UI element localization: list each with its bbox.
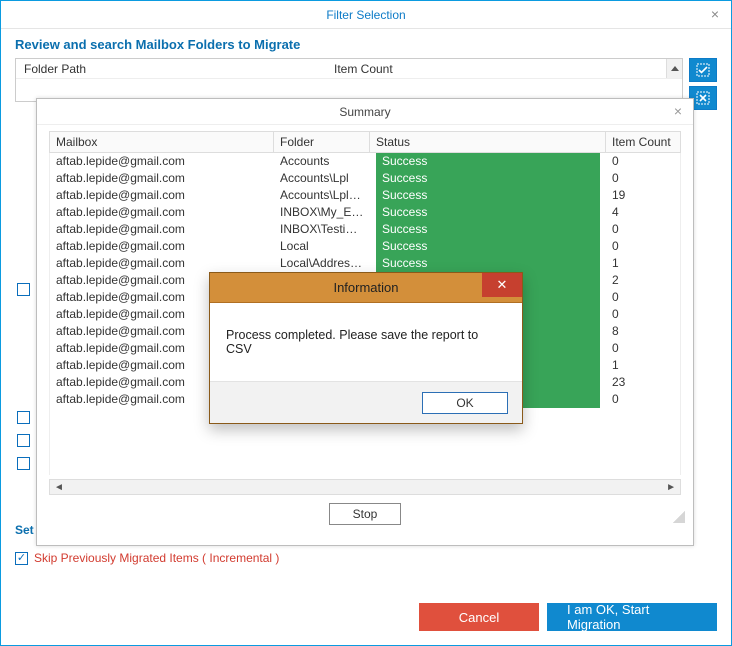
skip-incremental-checkbox[interactable] [15, 552, 28, 565]
select-all-button[interactable] [689, 58, 717, 82]
cell-mailbox: aftab.lepide@gmail.com [50, 187, 274, 204]
search-folder-path[interactable] [16, 79, 326, 99]
cell-item-count: 19 [606, 187, 680, 204]
cell-item-count: 0 [606, 153, 680, 170]
column-folder-path[interactable]: Folder Path [16, 59, 326, 78]
close-icon[interactable]: × [705, 5, 725, 23]
cell-item-count: 2 [606, 272, 680, 289]
cell-folder: Local\Address B... [274, 255, 370, 272]
cancel-button[interactable]: Cancel [419, 603, 539, 631]
filter-row-checkbox[interactable] [17, 457, 30, 470]
information-message: Process completed. Please save the repor… [226, 328, 506, 356]
status-badge: Success [376, 170, 600, 187]
cell-item-count: 0 [606, 340, 680, 357]
cell-item-count: 4 [606, 204, 680, 221]
cell-item-count: 0 [606, 289, 680, 306]
close-icon[interactable]: × [669, 103, 687, 119]
cell-item-count: 0 [606, 238, 680, 255]
cell-status: Success [370, 255, 606, 272]
cell-status: Success [370, 170, 606, 187]
close-icon[interactable]: ✕ [482, 273, 522, 297]
cell-folder: Accounts\Lpl\N... [274, 187, 370, 204]
cell-folder: INBOX\My_Emails [274, 204, 370, 221]
column-item-count[interactable]: Item Count [326, 59, 666, 78]
summary-header-row: Mailbox Folder Status Item Count [49, 131, 681, 153]
table-row[interactable]: aftab.lepide@gmail.comAccounts\Lpl Succes… [50, 170, 680, 187]
cell-folder: Accounts [274, 153, 370, 170]
information-title: Information [333, 280, 398, 295]
cell-status: Success [370, 153, 606, 170]
table-row[interactable]: aftab.lepide@gmail.comAccounts Success 0 [50, 153, 680, 170]
column-folder[interactable]: Folder [274, 132, 370, 152]
cell-mailbox: aftab.lepide@gmail.com [50, 204, 274, 221]
cell-item-count: 1 [606, 357, 680, 374]
cell-item-count: 23 [606, 374, 680, 391]
cell-folder: Accounts\Lpl [274, 170, 370, 187]
status-badge: Success [376, 187, 600, 204]
cell-folder: Local [274, 238, 370, 255]
start-migration-button[interactable]: I am OK, Start Migration [547, 603, 717, 631]
status-badge: Success [376, 204, 600, 221]
scroll-right-icon[interactable]: ► [662, 482, 680, 493]
cell-item-count: 0 [606, 391, 680, 408]
cell-item-count: 0 [606, 170, 680, 187]
cell-status: Success [370, 204, 606, 221]
column-status[interactable]: Status [370, 132, 606, 152]
search-item-count[interactable] [326, 79, 666, 99]
column-item-count[interactable]: Item Count [606, 132, 681, 152]
cell-mailbox: aftab.lepide@gmail.com [50, 221, 274, 238]
filter-row-checkbox[interactable] [17, 283, 30, 296]
table-row[interactable]: aftab.lepide@gmail.comAccounts\Lpl\N... S… [50, 187, 680, 204]
column-mailbox[interactable]: Mailbox [50, 132, 274, 152]
filter-selection-title: Filter Selection [326, 8, 405, 22]
cell-item-count: 8 [606, 323, 680, 340]
cell-status: Success [370, 238, 606, 255]
cell-item-count: 0 [606, 306, 680, 323]
status-badge: Success [376, 255, 600, 272]
cell-mailbox: aftab.lepide@gmail.com [50, 153, 274, 170]
cell-mailbox: aftab.lepide@gmail.com [50, 238, 274, 255]
skip-incremental-label: Skip Previously Migrated Items ( Increme… [34, 551, 279, 565]
cell-item-count: 1 [606, 255, 680, 272]
status-badge: Success [376, 238, 600, 255]
filter-selection-titlebar: Filter Selection × [1, 1, 731, 29]
cell-mailbox: aftab.lepide@gmail.com [50, 255, 274, 272]
scroll-left-icon[interactable]: ◄ [50, 482, 68, 493]
cell-folder: INBOX\Testing M [274, 221, 370, 238]
horizontal-scrollbar[interactable]: ◄ ► [49, 479, 681, 495]
resize-grip[interactable] [673, 511, 685, 523]
table-row[interactable]: aftab.lepide@gmail.comINBOX\Testing M Suc… [50, 221, 680, 238]
summary-title: Summary [339, 105, 390, 119]
filter-row-checkbox[interactable] [17, 434, 30, 447]
review-subtitle: Review and search Mailbox Folders to Mig… [1, 29, 731, 58]
status-badge: Success [376, 221, 600, 238]
set-label: Set [15, 523, 34, 537]
stop-button[interactable]: Stop [329, 503, 401, 525]
information-titlebar: Information ✕ [210, 273, 522, 303]
summary-titlebar: Summary × [37, 99, 693, 125]
filter-header: Folder Path Item Count [15, 58, 717, 102]
cell-mailbox: aftab.lepide@gmail.com [50, 170, 274, 187]
filter-row-checkbox[interactable] [17, 411, 30, 424]
information-dialog: Information ✕ Process completed. Please … [209, 272, 523, 424]
table-row[interactable]: aftab.lepide@gmail.comLocal Success 0 [50, 238, 680, 255]
scroll-up-icon[interactable] [666, 59, 682, 78]
cell-status: Success [370, 221, 606, 238]
table-row[interactable]: aftab.lepide@gmail.comLocal\Address B...… [50, 255, 680, 272]
table-row[interactable]: aftab.lepide@gmail.comINBOX\My_Emails Suc… [50, 204, 680, 221]
cell-item-count: 0 [606, 221, 680, 238]
cell-status: Success [370, 187, 606, 204]
ok-button[interactable]: OK [422, 392, 508, 414]
status-badge: Success [376, 153, 600, 170]
